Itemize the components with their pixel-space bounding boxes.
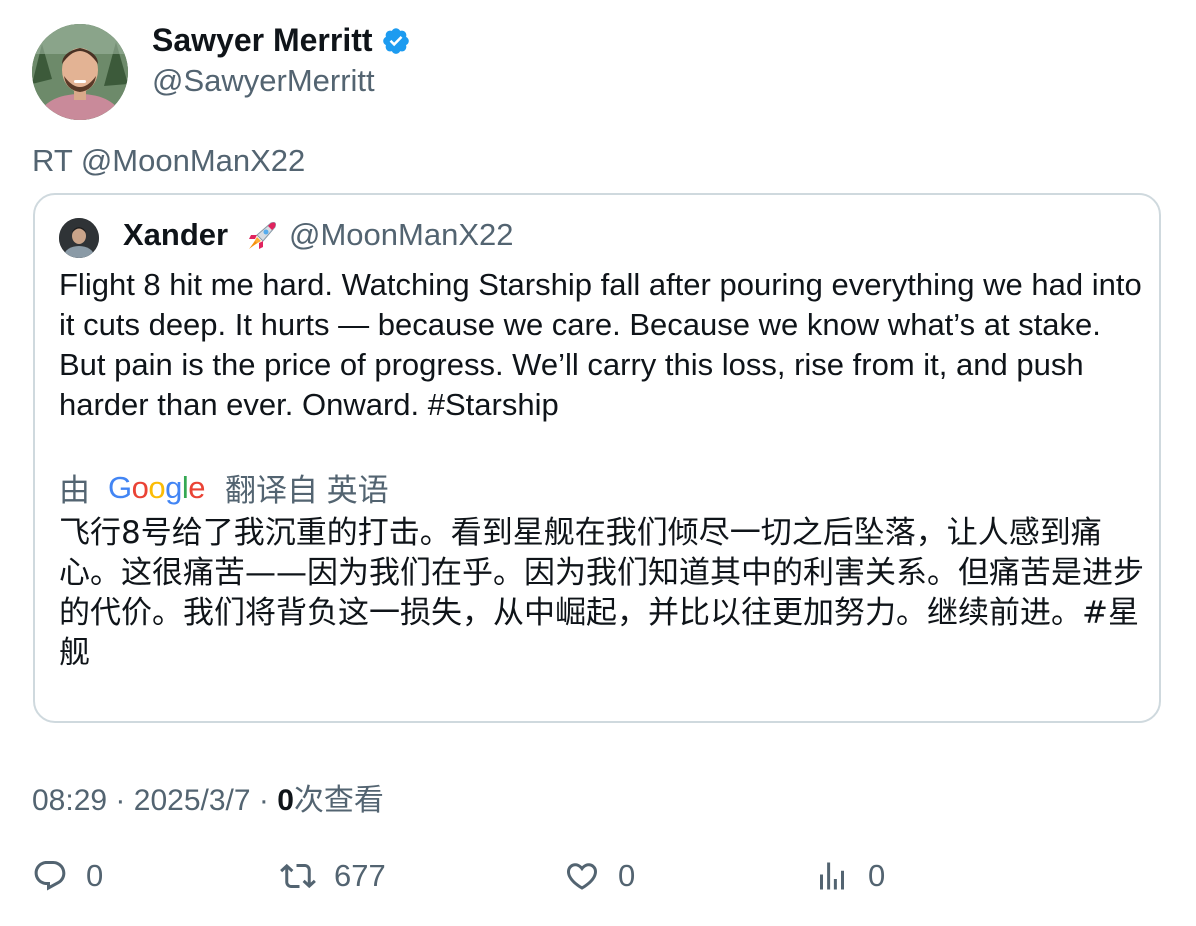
like-button[interactable]: 0: [564, 858, 635, 894]
action-bar: 0 677 0 0: [32, 858, 1162, 902]
tweet-meta: 08:29 · 2025/3/7 · 0次查看: [32, 775, 384, 819]
meta-separator: ·: [258, 784, 269, 817]
author-name[interactable]: Sawyer Merritt: [152, 22, 373, 59]
author-name-row[interactable]: Sawyer Merritt: [152, 22, 411, 59]
reply-icon: [34, 861, 66, 891]
retweet-label: RT @MoonManX22: [32, 143, 306, 178]
retweet-button[interactable]: 677: [280, 858, 386, 894]
view-count-label: 次查看: [293, 784, 384, 817]
quoted-author-handle[interactable]: @MoonManX22: [289, 217, 513, 253]
quoted-author-avatar[interactable]: [59, 218, 99, 258]
translate-suffix: 翻译自 英语: [225, 473, 389, 508]
tweet-time[interactable]: 08:29: [32, 784, 107, 817]
translated-text: 飞行8号给了我沉重的打击。看到星舰在我们倾尽一切之后坠落，让人感到痛心。这很痛苦…: [59, 515, 1144, 671]
views-chart-icon: [820, 862, 844, 890]
reply-button[interactable]: 0: [32, 858, 103, 894]
view-count: 0: [277, 784, 294, 817]
views-button[interactable]: 0: [814, 858, 885, 894]
author-handle[interactable]: @SawyerMerritt: [152, 63, 375, 99]
quoted-tweet-card[interactable]: Xander @MoonManX22 Flight 8 hit me hard.…: [33, 193, 1161, 723]
meta-separator: ·: [115, 784, 126, 817]
views-count: 0: [868, 858, 886, 893]
tweet-date[interactable]: 2025/3/7: [134, 784, 251, 817]
translate-prefix: 由: [59, 473, 90, 508]
quoted-tweet-text: Flight 8 hit me hard. Watching Starship …: [59, 267, 1142, 422]
verified-badge-icon: [382, 27, 409, 54]
reply-count: 0: [86, 858, 104, 893]
quoted-author-name[interactable]: Xander: [123, 217, 228, 253]
retweet-count: 677: [334, 858, 386, 893]
like-count: 0: [618, 858, 636, 893]
rocket-icon: [249, 222, 276, 249]
heart-icon: [566, 863, 598, 890]
retweet-icon: [280, 863, 316, 889]
google-logo-icon: Google: [108, 469, 206, 505]
author-avatar[interactable]: [32, 24, 128, 120]
translation-attribution[interactable]: 由 Google 翻译自 英语: [59, 465, 389, 510]
